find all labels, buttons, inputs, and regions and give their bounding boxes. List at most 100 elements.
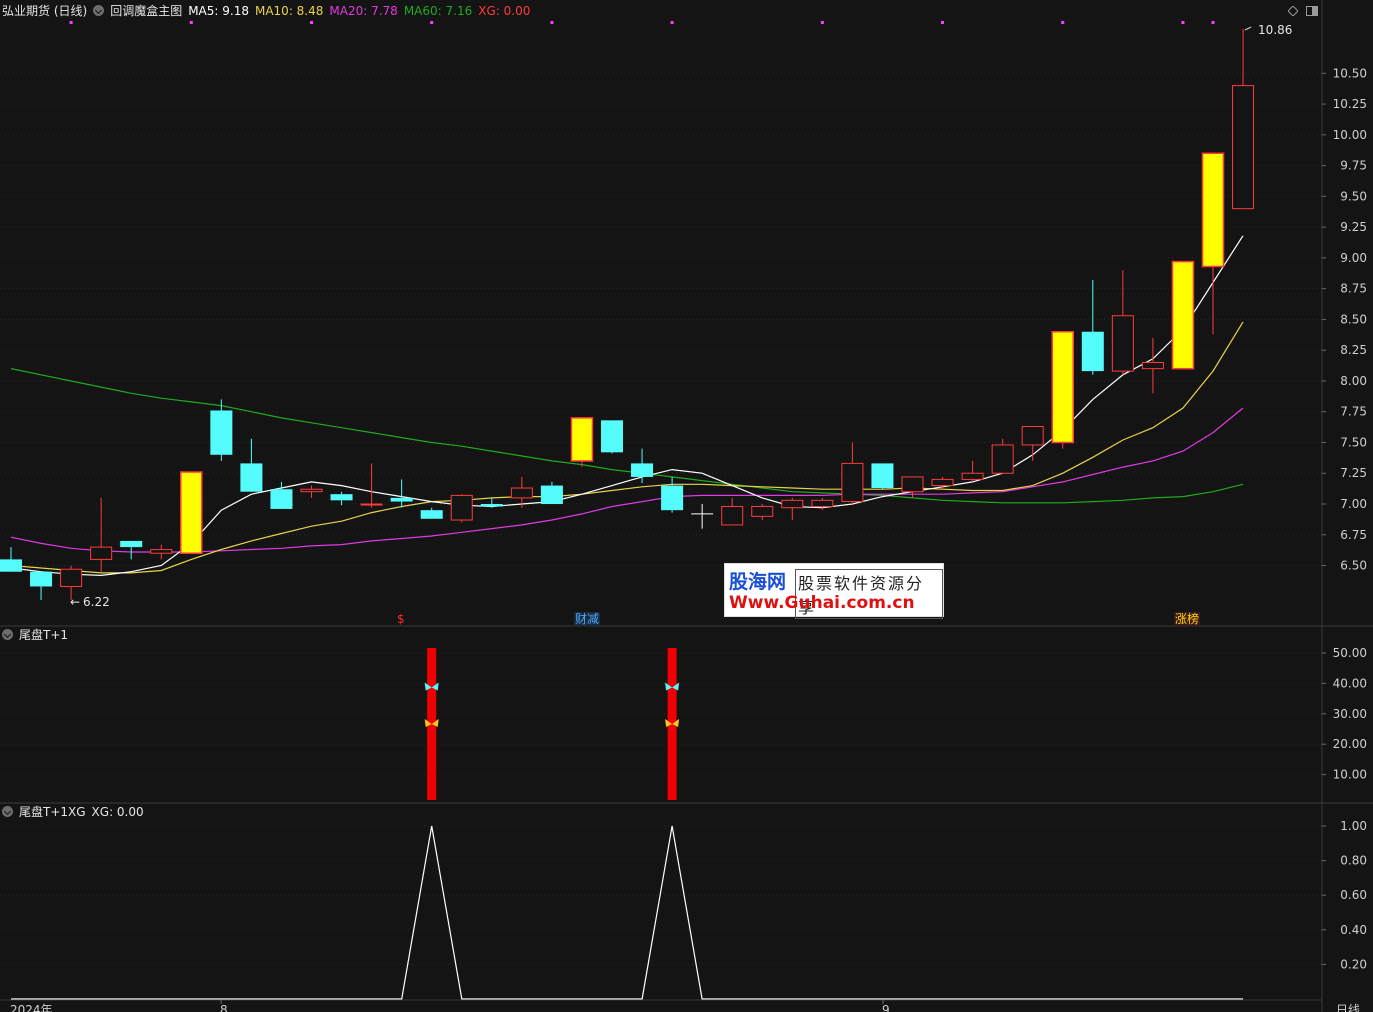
- high-label: 10.86: [1258, 23, 1292, 37]
- xg-marker: [1181, 21, 1185, 24]
- xg-value: XG: 0.00: [478, 4, 531, 18]
- panel3-tick-label: 0.60: [1340, 888, 1367, 902]
- high-pointer: [1244, 26, 1252, 31]
- candle-body-down: [390, 497, 413, 502]
- xg-line: [11, 825, 1243, 1000]
- year-label: 2024年: [10, 1003, 53, 1012]
- candle-body-up: [1111, 315, 1134, 372]
- main-header: 弘业期货 (日线) 回调魔盒主图 MA5: 9.18 MA10: 8.48 MA20: …: [2, 2, 536, 20]
- candle-body-down: [240, 463, 263, 492]
- panel3-tick-label: 0.20: [1340, 957, 1367, 971]
- price-tick-label: 7.00: [1340, 497, 1367, 511]
- window-toggle-icon[interactable]: [1306, 5, 1318, 16]
- xg-marker: [430, 21, 434, 24]
- price-tick-label: 10.50: [1333, 66, 1367, 80]
- xg-marker: [550, 21, 554, 24]
- price-tick-label: 9.25: [1340, 220, 1367, 234]
- candle-body-up: [991, 444, 1014, 474]
- badge-dollar[interactable]: $: [396, 612, 406, 626]
- candle-body-up: [1232, 85, 1255, 210]
- candle-body-up: [360, 503, 383, 506]
- panel2-header: 尾盘T+1: [2, 626, 74, 644]
- candle-body-down: [120, 540, 143, 548]
- low-arrow-icon: ←: [70, 595, 80, 609]
- price-tick-label: 9.00: [1340, 251, 1367, 265]
- price-tick-label: 7.75: [1340, 405, 1367, 419]
- month-label-9: 9: [882, 1003, 890, 1012]
- candle-body-up: [510, 487, 533, 499]
- badge-caijian[interactable]: 财减: [574, 612, 601, 626]
- panel2-tick-label: 20.00: [1333, 737, 1367, 751]
- candle-body-down: [0, 559, 22, 572]
- candle-body-signal: [1051, 330, 1074, 444]
- candle-body-signal: [1171, 260, 1195, 370]
- xg-marker: [1061, 21, 1065, 24]
- candle-body-up: [90, 546, 113, 560]
- candle-body-down: [210, 410, 233, 455]
- xg-marker: [310, 21, 313, 24]
- panel3-title[interactable]: 尾盘T+1XG: [19, 805, 86, 819]
- candle-body-up: [961, 472, 984, 480]
- xg-marker: [820, 21, 824, 24]
- stock-name[interactable]: 弘业期货 (日线): [2, 4, 87, 18]
- chart-canvas[interactable]: 6.50 6.75 7.00 7.25 7.50 7.75 8.00 8.25 8.50 8.75…: [0, 0, 1373, 1012]
- watermark-url: Www.Guhai.com.cn: [729, 593, 915, 613]
- xg-marker: [670, 21, 674, 24]
- watermark: 股海网 股票软件资源分享 Www.Guhai.com.cn: [724, 563, 944, 619]
- panel3-header: 尾盘T+1XG XG: 0.00: [2, 803, 150, 821]
- candle-body-down: [270, 489, 293, 509]
- price-tick-label: 7.50: [1340, 435, 1367, 449]
- candle-body-down: [871, 463, 894, 489]
- indicator-name[interactable]: 回调魔盒主图: [110, 4, 182, 18]
- panel3-tick-label: 1.00: [1340, 819, 1367, 833]
- candle-body-down: [30, 571, 53, 587]
- price-tick-label: 7.25: [1340, 466, 1367, 480]
- ma10-value: MA10: 8.48: [254, 4, 324, 18]
- candle-body-up: [60, 568, 83, 587]
- candle-body-up: [300, 488, 323, 493]
- candle-body-up: [931, 478, 954, 487]
- xg-marker: [189, 21, 193, 24]
- price-tick-label: 8.75: [1340, 282, 1367, 296]
- candle-body-down: [480, 504, 503, 507]
- panel2-tick-label: 30.00: [1333, 707, 1367, 721]
- candle-body-down: [631, 463, 654, 477]
- ma5-value: MA5: 9.18: [188, 4, 249, 18]
- period-label: 日线: [1336, 1003, 1360, 1012]
- panel3-tick-label: 0.80: [1340, 854, 1367, 868]
- ma20-value: MA20: 7.78: [329, 4, 398, 18]
- watermark-brand: 股海网: [729, 571, 787, 593]
- price-tick-label: 10.00: [1333, 128, 1367, 142]
- candle-body-down: [661, 485, 684, 511]
- candle-body-up: [751, 505, 774, 517]
- dropdown-circle-icon[interactable]: [93, 5, 105, 16]
- diamond-icon[interactable]: [1287, 5, 1299, 17]
- candle-body-down: [330, 494, 353, 501]
- candle-body-down: [420, 510, 443, 519]
- panel2-tick-label: 50.00: [1333, 646, 1367, 660]
- price-tick-label: 8.25: [1340, 343, 1367, 357]
- candle-body-down: [540, 485, 563, 505]
- panel2-tick-label: 10.00: [1333, 768, 1367, 782]
- candle-body-up: [1141, 361, 1164, 370]
- candle-body-signal: [180, 471, 203, 554]
- candle-body-signal: [1201, 152, 1225, 268]
- candle-body-up: [841, 462, 864, 503]
- candle-body-up: [781, 499, 804, 509]
- candle-body-up: [1021, 425, 1044, 446]
- candle-body-up: [811, 499, 834, 507]
- panel2-title[interactable]: 尾盘T+1: [19, 628, 68, 642]
- dropdown-circle-icon[interactable]: [2, 629, 13, 640]
- xg-marker: [1211, 21, 1215, 24]
- candle-body-up: [450, 494, 473, 521]
- month-label-8: 8: [220, 1003, 228, 1012]
- panel3-xg-value: XG: 0.00: [91, 805, 144, 819]
- candle-body-up: [721, 505, 744, 526]
- candle-body-up: [901, 476, 924, 493]
- price-tick-label: 8.00: [1340, 374, 1367, 388]
- dropdown-circle-icon[interactable]: [2, 806, 13, 817]
- badge-zhangbang[interactable]: 涨榜: [1174, 612, 1201, 626]
- price-tick-label: 6.50: [1340, 559, 1367, 573]
- price-tick-label: 6.75: [1340, 528, 1367, 542]
- candle-body-signal: [570, 417, 594, 462]
